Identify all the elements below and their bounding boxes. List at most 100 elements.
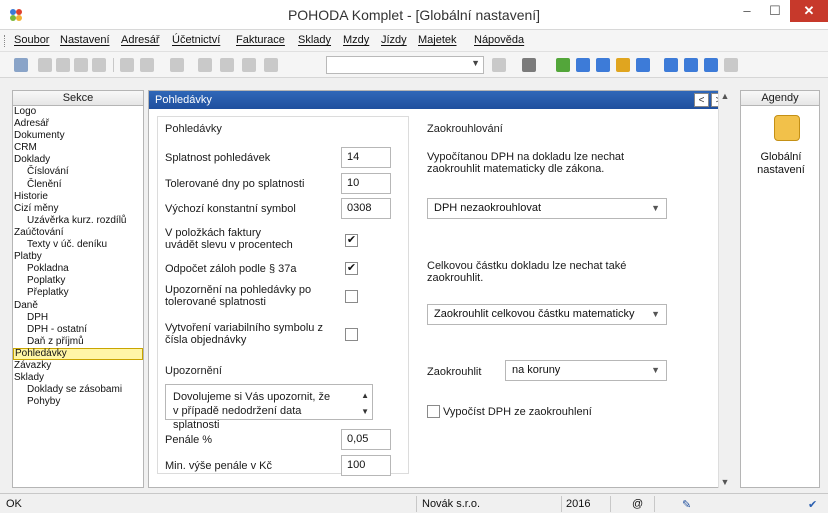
- section-cleneni[interactable]: Členění: [13, 179, 143, 191]
- sections-header: Sekce: [13, 91, 143, 106]
- scroll-down-icon[interactable]: ▼: [719, 476, 731, 488]
- table-icon[interactable]: [704, 58, 718, 72]
- help-pointer-icon[interactable]: [724, 58, 738, 72]
- discount-pct-checkbox[interactable]: ✔: [345, 234, 358, 247]
- section-zauctovani[interactable]: Zaúčtování: [13, 227, 143, 239]
- scroll-up-icon[interactable]: ▲: [361, 389, 369, 403]
- status-separator: [561, 496, 562, 512]
- menu-nastaveni[interactable]: Nastavení: [60, 34, 110, 46]
- close-button[interactable]: ✕: [790, 0, 828, 22]
- section-pokladna[interactable]: Pokladna: [13, 263, 143, 275]
- notice-textarea[interactable]: Dovolujeme si Vás upozornit, že v případ…: [165, 384, 373, 431]
- print-icon[interactable]: [242, 58, 256, 72]
- save-icon[interactable]: [198, 58, 212, 72]
- section-dph[interactable]: DPH: [13, 312, 143, 324]
- calculator-icon[interactable]: [596, 58, 610, 72]
- menu-sklady[interactable]: Sklady: [298, 34, 331, 46]
- toolbar-combo[interactable]: ▼: [326, 56, 484, 74]
- agendy-item-global-settings[interactable]: Globální nastavení: [741, 151, 821, 177]
- due-input[interactable]: 14: [341, 147, 391, 168]
- scroll-down-icon[interactable]: ▼: [361, 405, 369, 419]
- total-rounding-select[interactable]: Zaokrouhlit celkovou částku matematicky …: [427, 304, 667, 325]
- menu-ucetnictvi[interactable]: Účetnictví: [172, 34, 220, 46]
- folder-icon[interactable]: [522, 58, 536, 72]
- filter-icon[interactable]: [120, 58, 134, 72]
- section-adresar[interactable]: Adresář: [13, 118, 143, 130]
- section-preplatky[interactable]: Přeplatky: [13, 287, 143, 299]
- minimize-button[interactable]: –: [734, 0, 760, 22]
- section-doklady-se-zasobami[interactable]: Doklady se zásobami: [13, 384, 143, 396]
- check-icon[interactable]: [140, 58, 154, 72]
- menu-fakturace[interactable]: Fakturace: [236, 34, 285, 46]
- prev-section-button[interactable]: <: [694, 93, 709, 107]
- section-crm[interactable]: CRM: [13, 142, 143, 154]
- status-separator: [654, 496, 655, 512]
- menu-jizdy[interactable]: Jízdy: [381, 34, 407, 46]
- menu-soubor[interactable]: Soubor: [14, 34, 49, 46]
- calendar-icon[interactable]: [576, 58, 590, 72]
- vat-rounding-select[interactable]: DPH nezaokrouhlovat ▼: [427, 198, 667, 219]
- section-dane[interactable]: Daně: [13, 300, 143, 312]
- agendy-panel: Agendy Globální nastavení: [740, 90, 820, 488]
- refresh-icon[interactable]: [556, 58, 570, 72]
- check-circle-icon[interactable]: ✔: [808, 498, 817, 511]
- agendy-header: Agendy: [741, 91, 819, 106]
- menu-mzdy[interactable]: Mzdy: [343, 34, 369, 46]
- section-historie[interactable]: Historie: [13, 191, 143, 203]
- varsym-checkbox[interactable]: [345, 328, 358, 341]
- section-dan-z-prijmu[interactable]: Daň z příjmů: [13, 336, 143, 348]
- list-icon[interactable]: [664, 58, 678, 72]
- penalty-input[interactable]: 0,05: [341, 429, 391, 450]
- users-icon[interactable]: [616, 58, 630, 72]
- copy-icon[interactable]: [264, 58, 278, 72]
- save-all-icon[interactable]: [220, 58, 234, 72]
- min-penalty-input[interactable]: 100: [341, 455, 391, 476]
- at-icon[interactable]: @: [632, 498, 643, 510]
- edit-record-icon[interactable]: [74, 58, 88, 72]
- round-select[interactable]: na koruny ▼: [505, 360, 667, 381]
- back-icon[interactable]: [170, 58, 184, 72]
- pen-icon[interactable]: ✎: [682, 498, 691, 511]
- section-dokumenty[interactable]: Dokumenty: [13, 130, 143, 142]
- section-sklady[interactable]: Sklady: [13, 372, 143, 384]
- advance-checkbox[interactable]: ✔: [345, 262, 358, 275]
- section-dph-ostatni[interactable]: DPH - ostatní: [13, 324, 143, 336]
- notify-checkbox[interactable]: [345, 290, 358, 303]
- rounding-title: Zaokrouhlování: [427, 123, 503, 135]
- status-company: Novák s.r.o.: [422, 498, 481, 510]
- receivables-title: Pohledávky: [165, 123, 222, 135]
- main-scrollbar[interactable]: ▲ ▼: [718, 90, 730, 488]
- global-settings-icon[interactable]: [774, 115, 800, 141]
- agenda-icon[interactable]: [14, 58, 28, 72]
- iban-icon[interactable]: [636, 58, 650, 72]
- copy-record-icon[interactable]: [56, 58, 70, 72]
- section-cislovani[interactable]: Číslování: [13, 166, 143, 178]
- status-separator: [416, 496, 417, 512]
- notice-title: Upozornění: [165, 365, 222, 377]
- section-zavazky[interactable]: Závazky: [13, 360, 143, 372]
- section-platby[interactable]: Platby: [13, 251, 143, 263]
- menu-napoveda[interactable]: Nápověda: [474, 34, 524, 46]
- new-record-icon[interactable]: [38, 58, 52, 72]
- funnel-icon[interactable]: [492, 58, 506, 72]
- sections-list: Logo Adresář Dokumenty CRM Doklady Číslo…: [13, 106, 143, 408]
- section-uzaverka[interactable]: Uzávěrka kurz. rozdílů: [13, 215, 143, 227]
- const-symbol-input[interactable]: 0308: [341, 198, 391, 219]
- scroll-up-icon[interactable]: ▲: [719, 90, 731, 102]
- section-logo[interactable]: Logo: [13, 106, 143, 118]
- section-pohyby[interactable]: Pohyby: [13, 396, 143, 408]
- delete-record-icon[interactable]: [92, 58, 106, 72]
- menu-adresar[interactable]: Adresář: [121, 34, 160, 46]
- section-poplatky[interactable]: Poplatky: [13, 275, 143, 287]
- report-icon[interactable]: [684, 58, 698, 72]
- vat-from-round-checkbox[interactable]: [427, 405, 440, 418]
- tolerance-input[interactable]: 10: [341, 173, 391, 194]
- varsym-label-2: čísla objednávky: [165, 334, 247, 346]
- section-texty[interactable]: Texty v úč. deníku: [13, 239, 143, 251]
- section-cizi-meny[interactable]: Cizí měny: [13, 203, 143, 215]
- maximize-button[interactable]: ☐: [762, 0, 788, 22]
- notify-label-1: Upozornění na pohledávky po: [165, 284, 312, 296]
- section-pohledavky[interactable]: Pohledávky: [13, 347, 143, 360]
- section-doklady[interactable]: Doklady: [13, 154, 143, 166]
- menu-majetek[interactable]: Majetek: [418, 34, 457, 46]
